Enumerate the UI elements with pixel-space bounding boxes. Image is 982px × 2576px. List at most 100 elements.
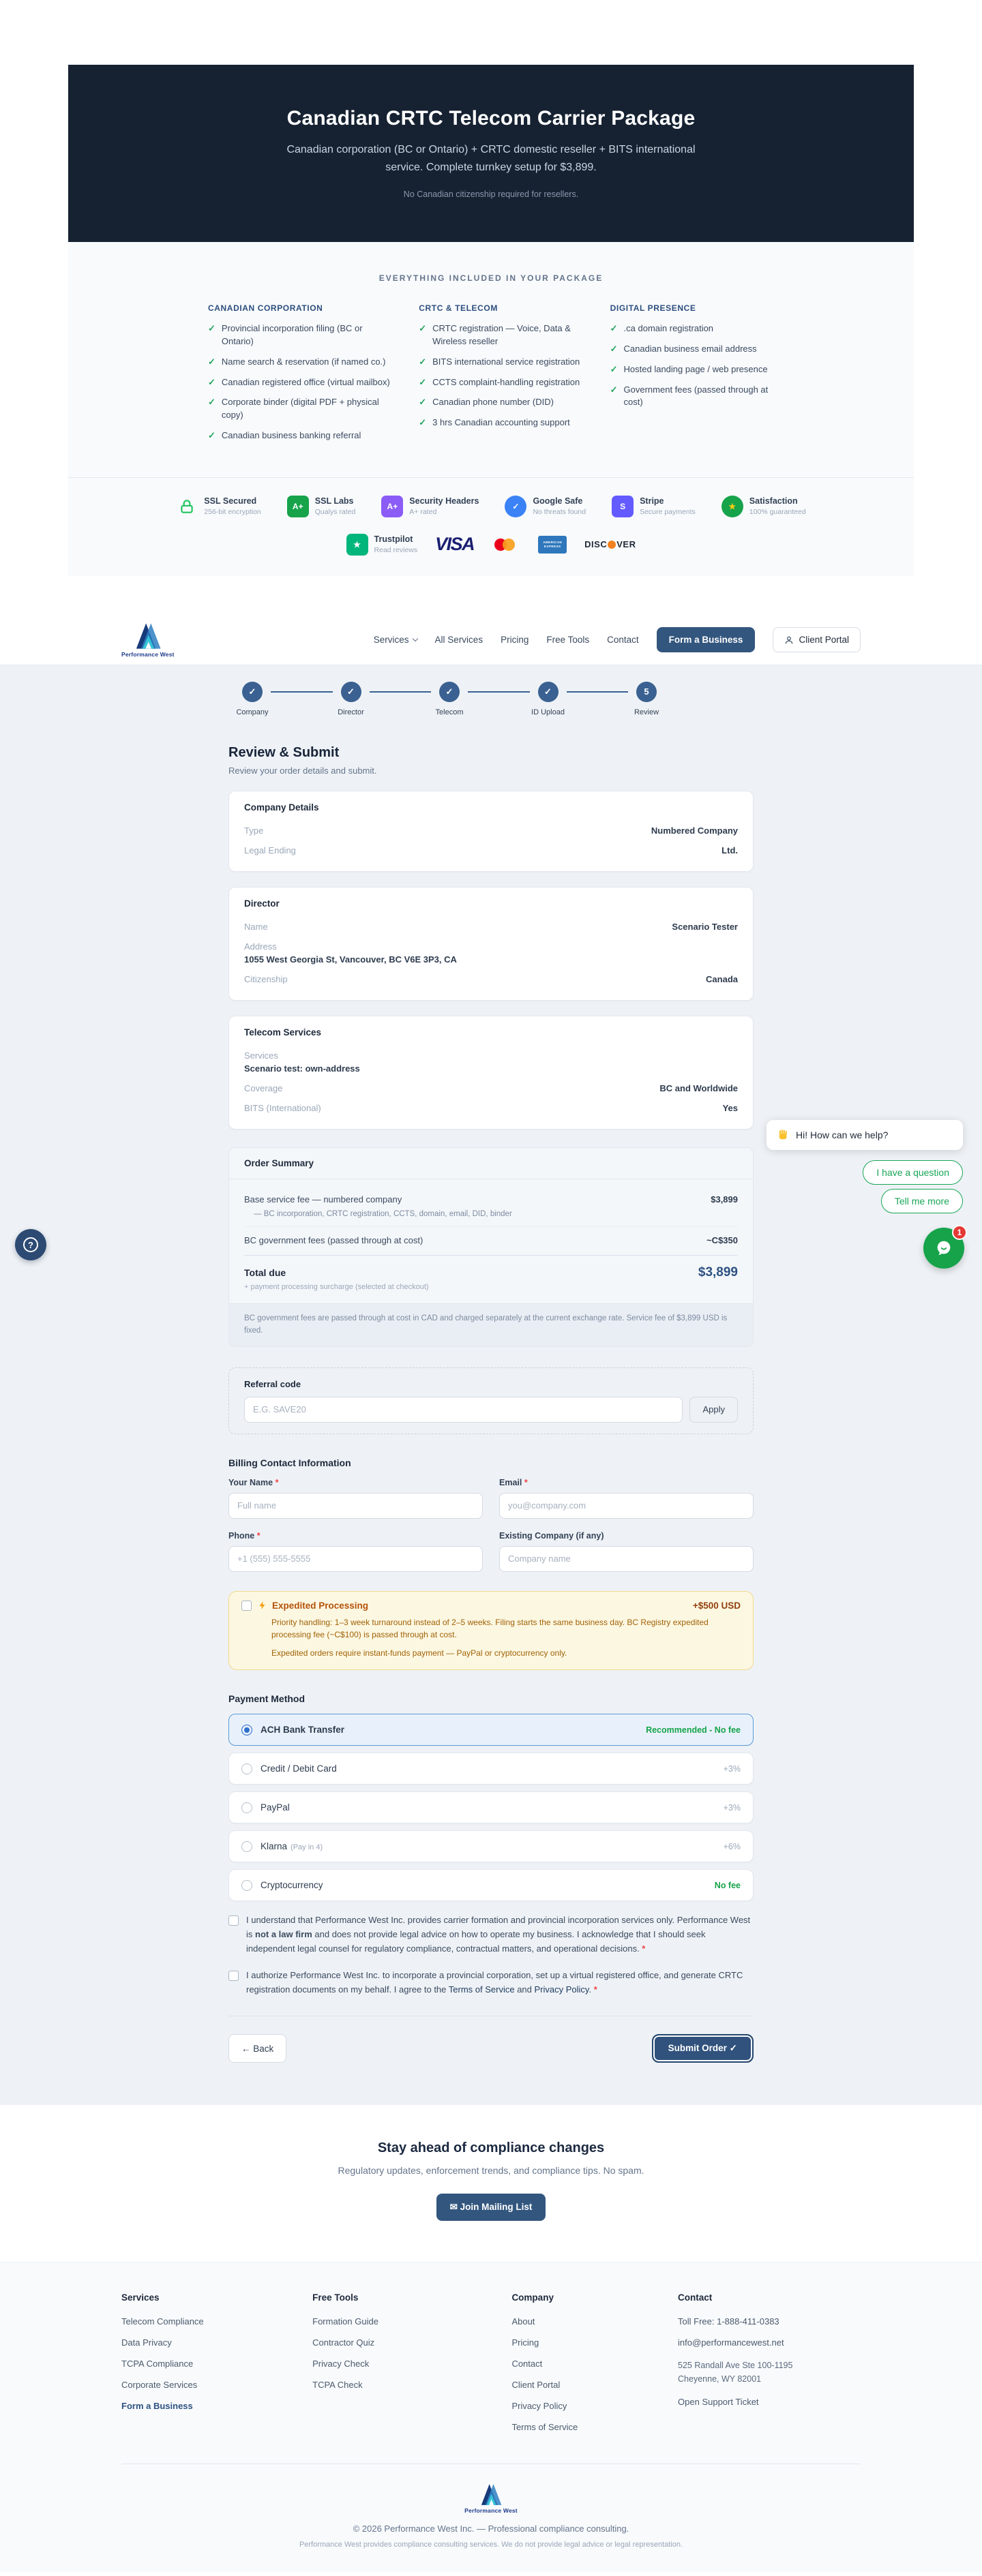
check-icon: ✓ [419, 396, 426, 409]
step-check-icon: ✓ [341, 682, 361, 702]
payment-option-paypal[interactable]: PayPal +3% [228, 1791, 754, 1823]
footer-link-contact[interactable]: Contact [511, 2359, 678, 2369]
check-icon: ✓ [208, 322, 215, 348]
your-name-input[interactable] [228, 1493, 483, 1519]
step-check-icon: ✓ [538, 682, 559, 702]
step-id-upload[interactable]: ✓ ID Upload [524, 682, 572, 716]
agreement-checkbox[interactable] [228, 1971, 239, 1981]
list-item: ✓Hosted landing page / web presence [610, 363, 774, 376]
badge-trustpilot[interactable]: ★ TrustpilotRead reviews [346, 534, 418, 556]
help-button[interactable]: ? [15, 1229, 46, 1260]
chat-launcher-button[interactable]: 1 [923, 1228, 964, 1269]
back-button[interactable]: ← Back [228, 2034, 286, 2063]
footer-link-formation-guide[interactable]: Formation Guide [312, 2316, 511, 2327]
radio-icon[interactable] [241, 1841, 252, 1852]
step-telecom[interactable]: ✓ Telecom [426, 682, 473, 716]
chat-greeting-bubble[interactable]: Hi! How can we help? [767, 1120, 963, 1150]
footer-link-pricing[interactable]: Pricing [511, 2337, 678, 2348]
step-company[interactable]: ✓ Company [228, 682, 276, 716]
footer-email[interactable]: info@performancewest.net [678, 2337, 861, 2348]
footer-link-corporate-services[interactable]: Corporate Services [121, 2380, 312, 2390]
footer-link-about[interactable]: About [511, 2316, 678, 2327]
check-icon: ✓ [208, 376, 215, 389]
detail-row: NameScenario Tester [244, 917, 738, 937]
list-item: ✓Canadian registered office (virtual mai… [208, 376, 391, 389]
included-heading: EVERYTHING INCLUDED IN YOUR PACKAGE [68, 273, 914, 283]
page-subtitle: Review your order details and submit. [228, 766, 754, 776]
form-a-business-button[interactable]: Form a Business [657, 627, 756, 652]
detail-row: Address [244, 937, 738, 953]
step-director[interactable]: ✓ Director [327, 682, 375, 716]
footer-link-telecom-compliance[interactable]: Telecom Compliance [121, 2316, 312, 2327]
order-total-value: $3,899 [698, 1265, 738, 1280]
nav-link-pricing[interactable]: Pricing [501, 635, 529, 645]
footer-link-terms[interactable]: Terms of Service [511, 2422, 678, 2432]
brand-logo[interactable]: Performance West [121, 622, 175, 658]
step-review-current[interactable]: 5 Review [623, 682, 670, 716]
privacy-policy-link[interactable]: Privacy Policy [535, 1984, 589, 1995]
company-details-card: Company Details TypeNumbered Company Leg… [228, 791, 754, 872]
radio-icon[interactable] [241, 1763, 252, 1774]
check-icon: ✓ [419, 416, 426, 429]
nav-link-services[interactable]: Services [374, 635, 417, 645]
included-column-telecom: CRTC & TELECOM ✓CRTC registration — Voic… [419, 303, 582, 450]
chat-quick-reply-question[interactable]: I have a question [863, 1160, 963, 1185]
chat-quick-reply-tell-me-more[interactable]: Tell me more [881, 1189, 963, 1213]
email-input[interactable] [499, 1493, 754, 1519]
step-connector [271, 691, 333, 693]
apply-button[interactable]: Apply [689, 1397, 738, 1423]
agreement-checkbox[interactable] [228, 1915, 239, 1926]
footer-link-privacy-policy[interactable]: Privacy Policy [511, 2401, 678, 2411]
submit-order-button[interactable]: Submit Order ✓ [652, 2034, 754, 2063]
footer-link-tcpa-check[interactable]: TCPA Check [312, 2380, 511, 2390]
chat-bubble-icon [934, 1238, 954, 1258]
list-item: ✓Canadian business email address [610, 343, 774, 356]
newsletter-subtitle: Regulatory updates, enforcement trends, … [0, 2165, 982, 2176]
footer-link-tcpa-compliance[interactable]: TCPA Compliance [121, 2359, 312, 2369]
radio-icon[interactable] [241, 1802, 252, 1813]
hero-title: Canadian CRTC Telecom Carrier Package [68, 107, 914, 130]
nav-link-free-tools[interactable]: Free Tools [546, 635, 589, 645]
payment-option-card[interactable]: Credit / Debit Card +3% [228, 1753, 754, 1785]
included-column-digital: DIGITAL PRESENCE ✓.ca domain registratio… [610, 303, 774, 450]
footer-link-privacy-check[interactable]: Privacy Check [312, 2359, 511, 2369]
nav-link-contact[interactable]: Contact [607, 635, 639, 645]
nav-link-all-services[interactable]: All Services [435, 635, 483, 645]
navbar: Performance West Services All Services P… [0, 616, 982, 665]
payment-option-klarna[interactable]: Klarna(Pay in 4) +6% [228, 1830, 754, 1862]
wave-icon [777, 1129, 790, 1141]
footer-link-form-a-business[interactable]: Form a Business [121, 2401, 312, 2411]
bolt-icon [258, 1601, 267, 1610]
footer-col-company: Company About Pricing Contact Client Por… [511, 2292, 678, 2443]
check-icon: ✓ [610, 322, 618, 335]
footer-support-ticket-link[interactable]: Open Support Ticket [678, 2397, 861, 2407]
order-footnote: BC government fees are passed through at… [229, 1303, 753, 1346]
join-mailing-list-button[interactable]: ✉ Join Mailing List [436, 2194, 546, 2221]
referral-code-input[interactable] [244, 1397, 683, 1423]
included-section: EVERYTHING INCLUDED IN YOUR PACKAGE CANA… [68, 242, 914, 576]
existing-company-input[interactable] [499, 1546, 754, 1572]
included-column-corporation: CANADIAN CORPORATION ✓Provincial incorpo… [208, 303, 391, 450]
telecom-services-card: Telecom Services Services Scenario test:… [228, 1016, 754, 1130]
footer-link-contractor-quiz[interactable]: Contractor Quiz [312, 2337, 511, 2348]
order-summary-title: Order Summary [229, 1148, 753, 1179]
progress-stepper: ✓ Company ✓ Director ✓ Telecom ✓ ID Uplo… [228, 682, 670, 716]
expedited-payment-note: Expedited orders require instant-funds p… [271, 1647, 741, 1660]
radio-icon[interactable] [241, 1880, 252, 1891]
radio-selected-icon[interactable] [241, 1725, 252, 1736]
payment-option-crypto[interactable]: Cryptocurrency No fee [228, 1869, 754, 1901]
check-icon: ✓ [208, 396, 215, 422]
field-your-name: Your Name * [228, 1478, 483, 1519]
terms-of-service-link[interactable]: Terms of Service [449, 1984, 515, 1995]
client-portal-button[interactable]: Client Portal [773, 627, 861, 652]
newsletter-title: Stay ahead of compliance changes [0, 2140, 982, 2156]
footer-phone[interactable]: Toll Free: 1-888-411-0383 [678, 2316, 861, 2327]
footer-link-client-portal[interactable]: Client Portal [511, 2380, 678, 2390]
payment-option-ach[interactable]: ACH Bank Transfer Recommended - No fee [228, 1714, 754, 1746]
payment-logos: ★ TrustpilotRead reviews VISA AMERICAN E… [68, 523, 914, 576]
phone-input[interactable] [228, 1546, 483, 1572]
check-icon: ✓ [208, 356, 215, 369]
chat-unread-badge: 1 [952, 1225, 967, 1240]
expedited-checkbox[interactable] [241, 1601, 252, 1611]
footer-link-data-privacy[interactable]: Data Privacy [121, 2337, 312, 2348]
